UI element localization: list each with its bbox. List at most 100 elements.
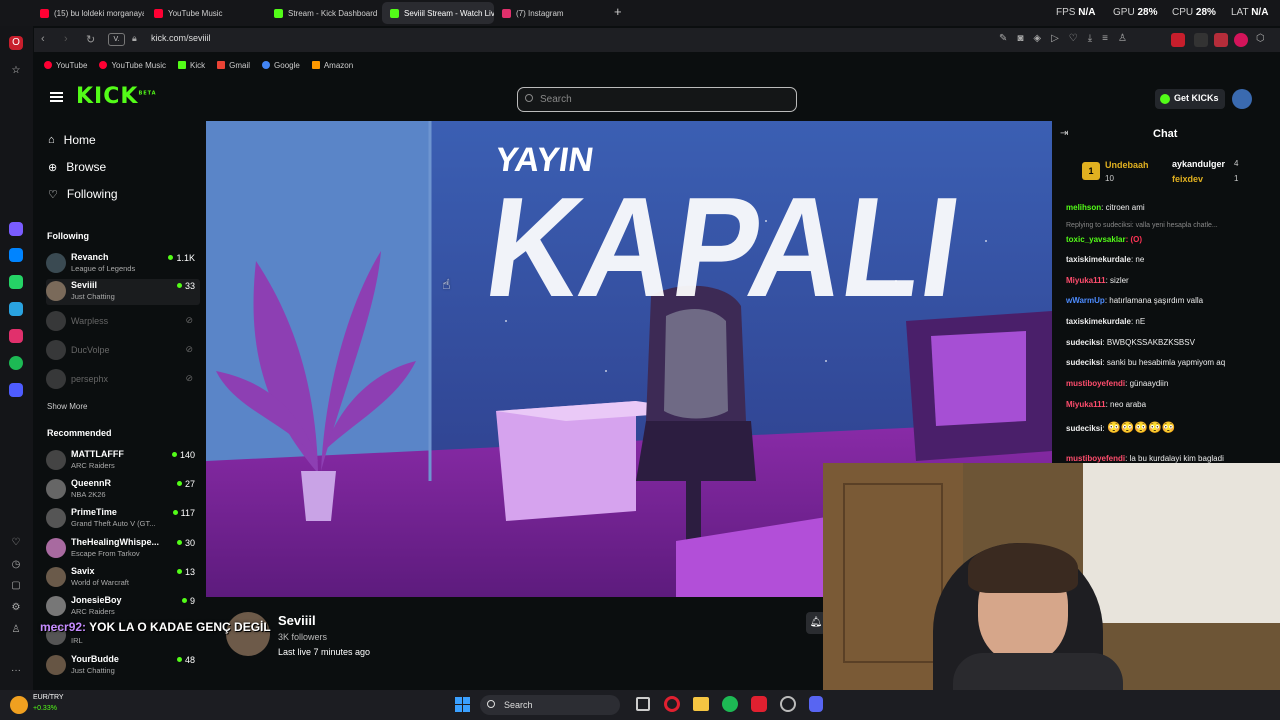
gifter-name[interactable]: aykandulger (1172, 159, 1225, 169)
chat-message[interactable]: toxic_yavsaklar: (O) (1066, 235, 1142, 244)
spotify-icon[interactable] (722, 696, 738, 712)
chat-message[interactable]: mustiboyefendi: la bu kurdalayi kim bagl… (1066, 454, 1224, 463)
star-icon[interactable]: ☆ (9, 64, 23, 78)
nav-home[interactable]: ⌂ Home (48, 133, 96, 147)
browser-tab[interactable]: YouTube Music (146, 2, 258, 24)
opera-gx-icon[interactable] (751, 696, 767, 712)
gifter-name[interactable]: feixdev (1172, 174, 1203, 184)
channel-item-offline[interactable]: Warpless ⊘ (46, 309, 200, 335)
browser-tab-active[interactable]: Seviiil Stream - Watch Live (382, 2, 494, 24)
back-button[interactable]: ‹ (41, 33, 45, 45)
kick-icon (274, 8, 283, 18)
instagram-icon[interactable] (9, 329, 23, 343)
bookmark-google[interactable]: Google (262, 61, 300, 70)
weather-icon[interactable] (10, 696, 28, 714)
channel-item[interactable]: Revanch League of Legends 1.1K (46, 251, 200, 277)
channel-item-offline[interactable]: DucVolpe ⊘ (46, 338, 200, 364)
settings-icon[interactable]: ⚙ (9, 601, 23, 615)
chat-message[interactable]: mustiboyefendi: günaaydiin (1066, 379, 1168, 388)
channel-item[interactable]: JonesieBoy ARC Raiders 9 (46, 594, 200, 620)
extension-icon[interactable] (1214, 33, 1228, 47)
url-field[interactable]: kick.com/seviiil (151, 33, 211, 43)
bookmark-youtube-music[interactable]: YouTube Music (99, 61, 166, 70)
avatar (46, 567, 66, 587)
history-icon[interactable]: ◷ (9, 558, 23, 572)
nav-browse[interactable]: ⊕ Browse (48, 160, 106, 174)
bookmark-youtube[interactable]: YouTube (44, 61, 87, 70)
avatar (46, 281, 66, 301)
box-icon[interactable]: ▢ (9, 579, 23, 593)
chat-message[interactable]: melihson: citroen ami (1066, 203, 1145, 212)
show-more-button[interactable]: Show More (47, 402, 87, 411)
extension-icon[interactable] (1194, 33, 1208, 47)
bookmark-kick[interactable]: Kick (178, 61, 205, 70)
browser-tab-bar: (15) bu loldeki morganaya YouTube Music … (0, 0, 1280, 26)
channel-item[interactable]: MATTLAFFF ARC Raiders 140 (46, 448, 200, 474)
heart-icon[interactable]: ♡ (9, 536, 23, 550)
channel-item[interactable]: PrimeTime Grand Theft Auto V (GT... 117 (46, 506, 200, 532)
bookmarks-bar: YouTube YouTube Music Kick Gmail Google … (34, 56, 1280, 74)
chat-message[interactable]: wWarmUp: hatırlamana şaşırdım valla (1066, 296, 1203, 305)
new-tab-button[interactable]: + (614, 4, 622, 19)
nav-following[interactable]: ♡ Following (48, 187, 118, 201)
collapse-chat-icon[interactable]: ⇥ (1060, 128, 1068, 139)
chat-message[interactable]: sudeciksi: 😳😳😳😳😳 (1066, 421, 1175, 434)
discord-icon[interactable] (809, 696, 823, 712)
chat-message[interactable]: sudeciksi: BWBQKSSAKBZKSBSV (1066, 338, 1195, 347)
menu-icon[interactable]: ⬡ (1256, 33, 1270, 47)
gifter-count: 4 (1234, 159, 1239, 168)
user-avatar[interactable] (1232, 89, 1252, 109)
bookmark-amazon[interactable]: Amazon (311, 61, 353, 70)
spotify-icon[interactable] (9, 356, 23, 370)
amazon-icon (311, 61, 320, 69)
channel-item[interactable]: YourBudde Just Chatting 48 (46, 653, 200, 679)
streamer-name[interactable]: Seviiil (278, 613, 316, 628)
file-explorer-icon[interactable] (693, 697, 709, 711)
forward-button[interactable]: › (64, 33, 68, 45)
channel-item[interactable]: Savix World of Warcraft 13 (46, 565, 200, 591)
site-badge[interactable]: V. (108, 33, 125, 46)
emote-row: 😳😳😳😳😳 (1106, 422, 1176, 434)
browser-tab[interactable]: (15) bu loldeki morganaya (32, 2, 144, 24)
whatsapp-icon[interactable] (9, 275, 23, 289)
extension-icon[interactable] (1171, 33, 1185, 47)
browser-tab[interactable]: Stream - Kick Dashboard (266, 2, 381, 24)
toolbar-icons[interactable]: ✎◙◈▷♡⤓≡♙ (999, 33, 1137, 44)
chat-message[interactable]: Miyuka111: sizler (1066, 276, 1129, 285)
chat-message[interactable]: taxiskimekurdale: nE (1066, 317, 1145, 326)
search-input[interactable]: Search (517, 87, 797, 112)
channel-item[interactable]: Seviiil Just Chatting 33 (46, 279, 200, 305)
kick-icon (178, 61, 186, 69)
stream-overlay-message: mecr92: YOK LA O KADAE GENÇ DEGİL (40, 620, 271, 634)
player-icon[interactable] (9, 383, 23, 397)
channel-item[interactable]: TheHealingWhispe... Escape From Tarkov 30 (46, 536, 200, 562)
steam-icon[interactable] (780, 696, 796, 712)
taskbar-search[interactable]: Search (480, 695, 620, 715)
chat-message[interactable]: taxiskimekurdale: ne (1066, 255, 1144, 264)
hamburger-menu-icon[interactable] (50, 92, 63, 102)
telegram-icon[interactable] (9, 302, 23, 316)
kick-logo[interactable]: KICKBETA (76, 84, 157, 109)
channel-item[interactable]: QueennR NBA 2K26 27 (46, 477, 200, 503)
opera-taskbar-icon[interactable] (664, 696, 680, 712)
bookmark-gmail[interactable]: Gmail (217, 61, 250, 70)
chat-message[interactable]: Miyuka111: neo araba (1066, 400, 1146, 409)
browser-tab[interactable]: (7) Instagram (494, 2, 608, 24)
more-icon[interactable]: ··· (9, 664, 23, 678)
webcam-overlay (823, 463, 1280, 720)
lock-icon[interactable]: 🔒︎ (132, 33, 137, 44)
top-gifter-name[interactable]: Undebaah (1105, 160, 1149, 170)
reload-button[interactable]: ↻ (86, 33, 95, 46)
streamer-avatar[interactable] (226, 612, 270, 656)
channel-item-offline[interactable]: persephx ⊘ (46, 367, 200, 393)
profile-icon[interactable] (1234, 33, 1248, 47)
streamer-info: Seviiil 3K followers Last live 7 minutes… (206, 600, 826, 690)
aria-icon[interactable] (9, 222, 23, 236)
bulb-icon[interactable]: ♙ (9, 623, 23, 637)
ticker-change: +0.33% (33, 705, 57, 712)
opera-icon[interactable]: O (9, 36, 23, 50)
windows-start-icon[interactable] (455, 697, 470, 712)
messenger-icon[interactable] (9, 248, 23, 262)
chat-message[interactable]: sudeciksi: sanki bu hesabimla yapmiyom a… (1066, 358, 1225, 367)
task-view-icon[interactable] (636, 697, 650, 711)
